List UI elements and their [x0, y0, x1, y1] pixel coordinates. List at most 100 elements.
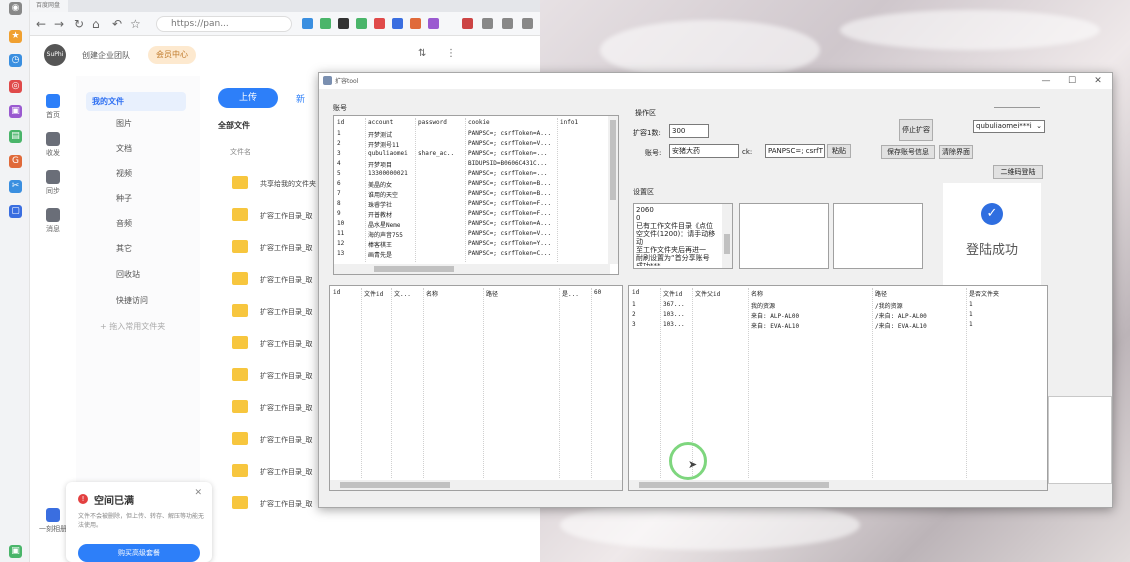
- new-folder-button[interactable]: 新: [296, 92, 305, 105]
- table-row[interactable]: 5 13300000021 PANPSC=; csrfToken=...: [334, 169, 618, 179]
- scroll-thumb[interactable]: [340, 482, 450, 488]
- bottom-app-icon[interactable]: ▣: [9, 545, 22, 558]
- column-header[interactable]: cookie: [468, 119, 490, 126]
- tools-icon[interactable]: ✂: [9, 180, 22, 193]
- more-icon[interactable]: ⋮: [446, 48, 456, 59]
- table-row[interactable]: 8 珠睿学社 PANPSC=; csrfToken=F...: [334, 199, 618, 209]
- transfer-icon[interactable]: ⇅: [418, 48, 426, 59]
- account-select[interactable]: qubuliaomei***i ⌄: [973, 120, 1045, 133]
- forward-icon[interactable]: →: [54, 17, 64, 31]
- scroll-thumb[interactable]: [639, 482, 829, 488]
- column-header[interactable]: info1: [560, 119, 578, 126]
- table-row[interactable]: 9 开普教材 PANPSC=; csrfToken=F...: [334, 209, 618, 219]
- column-header[interactable]: 路径: [486, 289, 498, 298]
- column-header[interactable]: password: [418, 119, 447, 126]
- pdf-icon[interactable]: [462, 18, 473, 29]
- extension-icon[interactable]: [302, 18, 313, 29]
- column-header[interactable]: id: [632, 289, 639, 296]
- app-icon[interactable]: ▣: [9, 105, 22, 118]
- settings-text-box[interactable]: [833, 203, 923, 269]
- clock-icon[interactable]: ◷: [9, 54, 22, 67]
- extension-icon[interactable]: [320, 18, 331, 29]
- table-row[interactable]: 2 103... 来自: ALP-AL00/来自: ALP-AL00 1: [629, 310, 1047, 320]
- nav-home[interactable]: 首页: [30, 94, 76, 120]
- table-row[interactable]: 1 367... 我的资源/我的资源 1: [629, 300, 1047, 310]
- table-row[interactable]: 3 qubuliaomei share_ac.. PANPSC=; csrfToken…: [334, 149, 618, 159]
- column-header[interactable]: 名称: [426, 289, 438, 298]
- horizontal-scrollbar[interactable]: [330, 480, 622, 490]
- table-row[interactable]: 6 美晶的女 PANPSC=; csrfToken=B...: [334, 179, 618, 189]
- buy-plan-button[interactable]: 购买高级套餐: [78, 544, 200, 562]
- column-header[interactable]: 文...: [394, 289, 411, 298]
- minimize-button[interactable]: —: [1033, 73, 1059, 89]
- scroll-thumb[interactable]: [724, 234, 730, 254]
- column-header[interactable]: 是否文件夹: [969, 289, 999, 298]
- sidebar-item-audio[interactable]: 音频: [116, 218, 132, 229]
- sidebar-item-images[interactable]: 图片: [116, 118, 132, 129]
- notes-icon[interactable]: ▤: [9, 130, 22, 143]
- reload-icon[interactable]: ↻: [74, 17, 84, 31]
- nav-inbox[interactable]: 收发: [30, 132, 76, 158]
- extension-icon[interactable]: [338, 18, 349, 29]
- column-header[interactable]: account: [368, 119, 393, 126]
- horizontal-scrollbar[interactable]: [334, 264, 610, 274]
- column-header-name[interactable]: 文件名: [230, 147, 251, 157]
- sidebar-item-video[interactable]: 视频: [116, 168, 132, 179]
- close-icon[interactable]: ✕: [194, 488, 202, 498]
- column-header[interactable]: 文件id: [364, 289, 383, 298]
- extension-icon[interactable]: [410, 18, 421, 29]
- column-header[interactable]: 文件id: [663, 289, 682, 298]
- left-files-table[interactable]: id 文件id 文... 名称 路径 是... 60: [329, 285, 623, 491]
- column-header[interactable]: 路径: [875, 289, 887, 298]
- table-row[interactable]: 11 海的声音755 PANPSC=; csrfToken=V...: [334, 229, 618, 239]
- maximize-button[interactable]: ☐: [1059, 73, 1085, 89]
- account-input[interactable]: 安猪大药: [669, 144, 739, 158]
- table-row[interactable]: 4 开梦项目 BIDUPSID=B0606C431C...: [334, 159, 618, 169]
- window-icon[interactable]: ▢: [9, 205, 22, 218]
- url-input[interactable]: https://pan...: [156, 16, 292, 32]
- sidebar-item-other[interactable]: 其它: [116, 243, 132, 254]
- sidebar-item-quick-access[interactable]: 快捷访问: [116, 295, 148, 306]
- crop-icon[interactable]: [482, 18, 493, 29]
- create-team-link[interactable]: 创建企业团队: [82, 50, 130, 61]
- extension-icon[interactable]: [374, 18, 385, 29]
- column-header[interactable]: id: [337, 119, 344, 126]
- nav-message[interactable]: 消息: [30, 208, 76, 234]
- table-row[interactable]: 13 画青先是 PANPSC=; csrfToken=C...: [334, 249, 618, 259]
- accounts-table[interactable]: id account password cookie info1 1 开梦测试 PANPSC=…: [333, 115, 619, 275]
- table-row[interactable]: 12 棒客棋王 PANPSC=; csrfToken=Y...: [334, 239, 618, 249]
- record-icon[interactable]: ◎: [9, 80, 22, 93]
- sidebar-item-my-files[interactable]: 我的文件: [86, 92, 186, 111]
- star-icon[interactable]: ☆: [130, 17, 141, 31]
- vip-center-button[interactable]: 会员中心: [148, 46, 196, 64]
- paste-button[interactable]: 粘贴: [827, 144, 851, 158]
- expand-count-input[interactable]: 300: [669, 124, 709, 138]
- stop-expand-button[interactable]: 停止扩容: [899, 119, 933, 141]
- sidebar-item-docs[interactable]: 文档: [116, 143, 132, 154]
- extension-icon[interactable]: [392, 18, 403, 29]
- column-header[interactable]: 是...: [562, 289, 579, 298]
- menu-icon[interactable]: [522, 18, 533, 29]
- table-row[interactable]: 3 103... 来自: EVA-AL10/来自: EVA-AL10 1: [629, 320, 1047, 330]
- home-icon[interactable]: ⌂: [92, 17, 100, 31]
- extension-icon[interactable]: [428, 18, 439, 29]
- column-header[interactable]: 60: [594, 289, 601, 296]
- upload-button[interactable]: 上传: [218, 88, 278, 108]
- sidebar-item-recycle[interactable]: 回收站: [116, 269, 140, 280]
- star-icon[interactable]: ★: [9, 30, 22, 43]
- column-header[interactable]: 名称: [751, 289, 763, 298]
- table-row[interactable]: 2 开梦测号11 PANPSC=; csrfToken=V...: [334, 139, 618, 149]
- sidebar-item-torrent[interactable]: 种子: [116, 193, 132, 204]
- settings-text-box[interactable]: [739, 203, 829, 269]
- download-icon[interactable]: [502, 18, 513, 29]
- nav-sync[interactable]: 同步: [30, 170, 76, 196]
- gif-icon[interactable]: G: [9, 155, 22, 168]
- ck-input[interactable]: PANPSC=; csrfT: [765, 144, 825, 158]
- table-row[interactable]: 7 谁用的天空 PANPSC=; csrfToken=B...: [334, 189, 618, 199]
- horizontal-scrollbar[interactable]: [629, 480, 1047, 490]
- save-account-button[interactable]: 保存账号信息: [881, 145, 935, 159]
- vertical-scrollbar[interactable]: [722, 204, 732, 268]
- settings-log-box[interactable]: 2060 0 已有工作文件目录《点位 空文件(1200)：请手动移动 至工作文件…: [633, 203, 733, 269]
- extension-icon[interactable]: [356, 18, 367, 29]
- table-row[interactable]: 1 开梦测试 PANPSC=; csrfToken=A...: [334, 129, 618, 139]
